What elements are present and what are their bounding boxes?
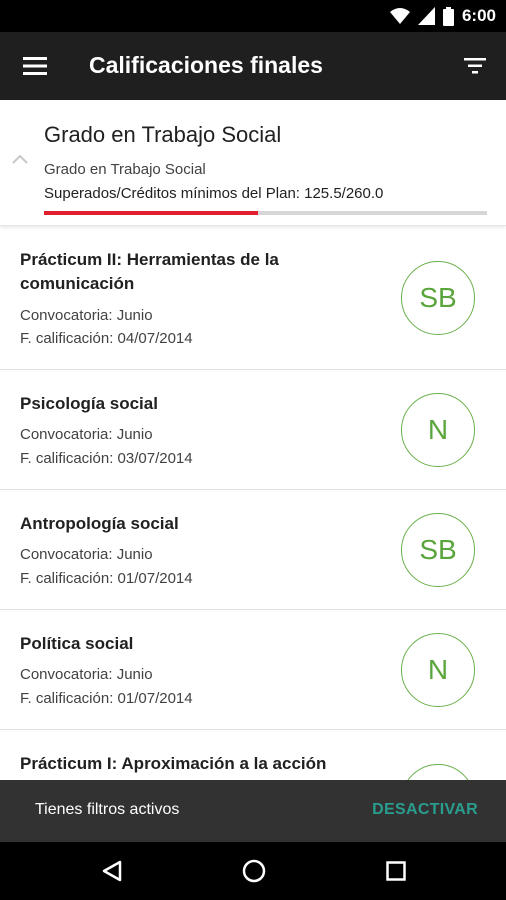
recents-square-icon bbox=[386, 861, 406, 881]
subject-convocatoria: Convocatoria: Junio bbox=[20, 426, 153, 443]
grade-badge: SB bbox=[401, 261, 475, 335]
list-item[interactable]: Prácticum I: Aproximación a la acción bbox=[0, 730, 506, 780]
subject-list[interactable]: Prácticum II: Herramientas de la comunic… bbox=[0, 230, 506, 780]
subject-name: Prácticum II: Herramientas de la comunic… bbox=[20, 250, 279, 293]
status-bar: 6:00 bbox=[0, 0, 506, 32]
degree-title: Grado en Trabajo Social bbox=[44, 122, 282, 147]
list-item[interactable]: Antropología social Convocatoria: Junio … bbox=[0, 490, 506, 610]
menu-button[interactable] bbox=[18, 50, 52, 82]
subject-date: F. calificación: 03/07/2014 bbox=[20, 450, 193, 467]
filter-icon bbox=[464, 58, 486, 74]
subject-name: Antropología social bbox=[20, 514, 179, 533]
grade-badge: SB bbox=[401, 513, 475, 587]
list-item[interactable]: Política social Convocatoria: Junio F. c… bbox=[0, 610, 506, 730]
hamburger-menu-icon bbox=[23, 57, 47, 75]
back-triangle-icon bbox=[102, 860, 122, 882]
degree-credits: Superados/Créditos mínimos del Plan: 125… bbox=[44, 185, 384, 202]
list-item[interactable]: Psicología social Convocatoria: Junio F.… bbox=[0, 370, 506, 490]
signal-icon bbox=[417, 7, 435, 25]
back-button[interactable] bbox=[97, 856, 127, 886]
home-button[interactable] bbox=[239, 856, 269, 886]
subject-date: F. calificación: 04/07/2014 bbox=[20, 330, 193, 347]
status-time: 6:00 bbox=[461, 6, 496, 25]
grade-badge bbox=[401, 764, 475, 780]
subject-convocatoria: Convocatoria: Junio bbox=[20, 307, 153, 324]
filters-snackbar: Tienes filtros activos DESACTIVAR bbox=[0, 780, 506, 842]
deactivate-filters-button[interactable]: DESACTIVAR bbox=[372, 801, 478, 819]
home-circle-icon bbox=[242, 859, 266, 883]
grade-badge: N bbox=[401, 393, 475, 467]
subject-date: F. calificación: 01/07/2014 bbox=[20, 570, 193, 587]
list-item[interactable]: Prácticum II: Herramientas de la comunic… bbox=[0, 230, 506, 370]
battery-icon bbox=[442, 6, 454, 26]
subject-date: F. calificación: 01/07/2014 bbox=[20, 690, 193, 707]
snackbar-message: Tienes filtros activos bbox=[35, 801, 180, 818]
subject-name: Política social bbox=[20, 634, 134, 653]
chevron-up-icon[interactable] bbox=[10, 152, 30, 166]
degree-subtitle: Grado en Trabajo Social bbox=[44, 161, 206, 178]
filter-button[interactable] bbox=[458, 50, 492, 82]
wifi-icon bbox=[389, 8, 410, 24]
subject-name: Psicología social bbox=[20, 394, 158, 413]
recents-button[interactable] bbox=[381, 856, 411, 886]
subject-name: Prácticum I: Aproximación a la acción bbox=[20, 754, 327, 773]
subject-convocatoria: Convocatoria: Junio bbox=[20, 546, 153, 563]
grade-badge: N bbox=[401, 633, 475, 707]
credits-progress-bar bbox=[44, 211, 487, 215]
credits-progress-fill bbox=[44, 211, 258, 215]
page-title: Calificaciones finales bbox=[89, 52, 323, 78]
system-nav-bar bbox=[0, 842, 506, 900]
status-icons: 6:00 bbox=[389, 6, 496, 26]
app-bar: Calificaciones finales bbox=[0, 32, 506, 100]
subject-convocatoria: Convocatoria: Junio bbox=[20, 666, 153, 683]
degree-summary-card[interactable]: Grado en Trabajo Social Grado en Trabajo… bbox=[0, 100, 506, 226]
